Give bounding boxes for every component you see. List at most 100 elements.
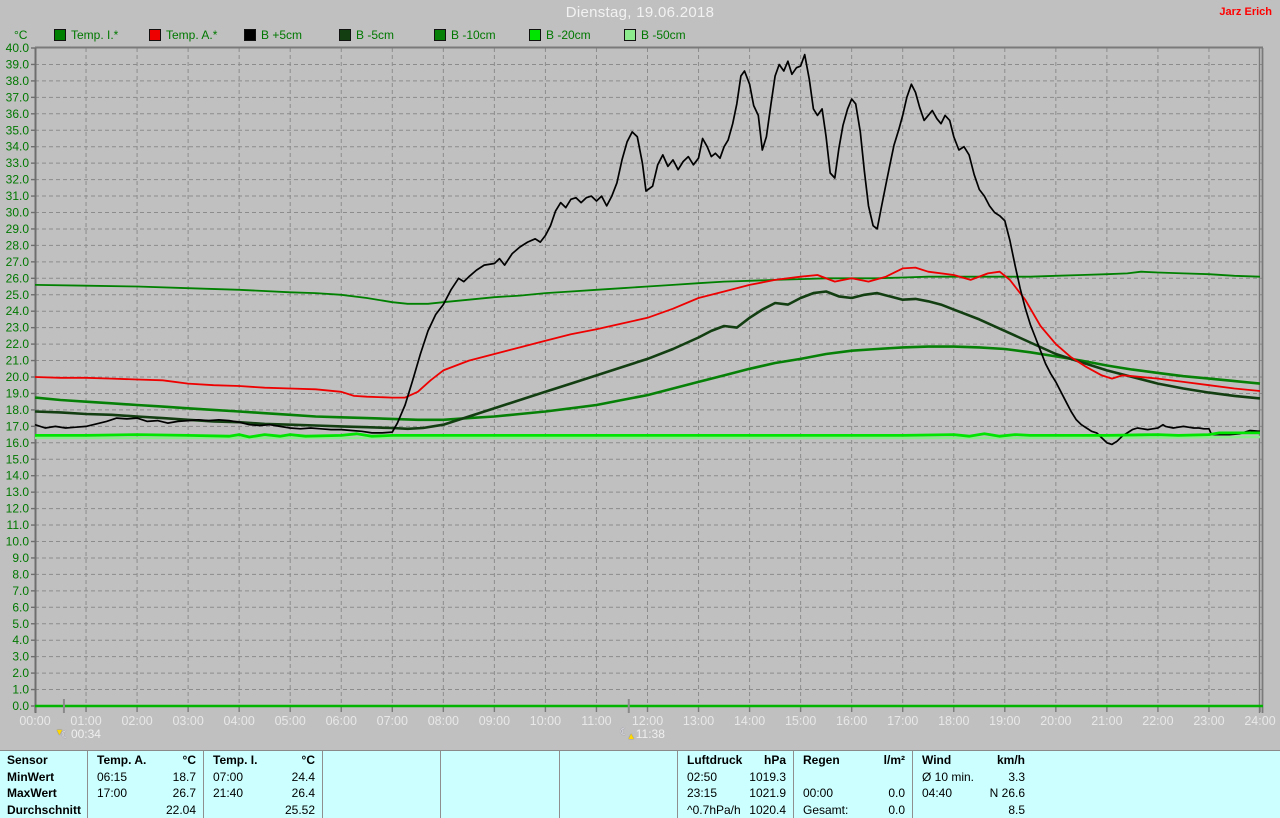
x-tick-label: 04:00 xyxy=(224,714,255,728)
table-filler xyxy=(1032,785,1280,801)
cell-value: 22.04 xyxy=(165,802,196,817)
table-cell: Ø 10 min. 3.3 xyxy=(913,769,1032,785)
y-tick-label: 4.0 xyxy=(12,633,29,647)
marker-1138: ▲ ☾ 11:38 xyxy=(620,727,665,741)
cell-value: l/m² xyxy=(883,753,905,767)
x-tick-label: 21:00 xyxy=(1091,714,1122,728)
table-cell: 22.04 xyxy=(88,801,204,818)
x-tick-label: 06:00 xyxy=(326,714,357,728)
x-tick-label: 13:00 xyxy=(683,714,714,728)
table-cell: 02:50 1019.3 xyxy=(678,769,794,785)
table-cell: 07:00 24.4 xyxy=(204,769,323,785)
table-cell: Wind km/h xyxy=(913,751,1032,769)
cell-value: 25.52 xyxy=(284,802,315,817)
x-tick-label: 22:00 xyxy=(1142,714,1173,728)
y-tick-label: 23.0 xyxy=(6,321,30,335)
y-tick-label: 39.0 xyxy=(6,57,30,71)
cell-value: 1020.4 xyxy=(749,802,786,817)
y-tick-label: 32.0 xyxy=(6,173,30,187)
y-tick-label: 18.0 xyxy=(6,403,30,417)
table-cell xyxy=(323,801,441,818)
cell-time: Regen xyxy=(803,753,840,767)
cell-value: 0.0 xyxy=(888,802,905,817)
table-cell xyxy=(560,801,678,818)
y-tick-label: 8.0 xyxy=(12,567,29,581)
table-cell xyxy=(441,801,560,818)
y-tick-label: 40.0 xyxy=(6,41,30,55)
cell-value: 0.0 xyxy=(888,786,905,800)
y-tick-label: 7.0 xyxy=(12,584,29,598)
table-cell: 8.5 xyxy=(913,801,1032,818)
x-tick-label: 19:00 xyxy=(989,714,1020,728)
table-filler xyxy=(1032,769,1280,785)
cell-time: Wind xyxy=(922,753,952,767)
x-tick-label: 11:00 xyxy=(581,714,611,728)
table-row-label: MaxWert xyxy=(0,785,88,801)
cell-time: Temp. I. xyxy=(213,753,258,767)
table-cell xyxy=(323,769,441,785)
cell-time: Luftdruck xyxy=(687,753,743,767)
x-tick-label: 20:00 xyxy=(1040,714,1071,728)
table-cell: 17:00 26.7 xyxy=(88,785,204,801)
y-tick-label: 35.0 xyxy=(6,123,30,137)
cell-time: 17:00 xyxy=(97,786,128,800)
cell-time: 07:00 xyxy=(213,770,244,784)
cell-time: 02:50 xyxy=(687,770,718,784)
cell-value: 3.3 xyxy=(1008,770,1025,784)
cell-time: 21:40 xyxy=(213,786,244,800)
y-tick-label: 24.0 xyxy=(6,304,30,318)
y-tick-label: 19.0 xyxy=(6,386,30,400)
y-tick-label: 11.0 xyxy=(7,518,30,532)
table-row-label: Durchschnitt xyxy=(0,801,88,818)
y-tick-label: 2.0 xyxy=(12,666,29,680)
y-tick-label: 0.0 xyxy=(12,699,29,713)
y-tick-label: 9.0 xyxy=(12,551,29,565)
temperature-chart: 0.0 1.0 2.0 3.0 4.0 5.0 6.0 7.0 8.0 9.0 10.0 11.0 12… xyxy=(6,41,1276,728)
y-tick-label: 1.0 xyxy=(12,683,29,697)
table-cell: 23:15 1021.9 xyxy=(678,785,794,801)
marker-time-label: 00:34 xyxy=(70,727,101,741)
y-tick-label: 28.0 xyxy=(6,238,30,252)
table-cell: 25.52 xyxy=(204,801,323,818)
y-tick-label: 37.0 xyxy=(6,90,30,104)
y-tick-label: 22.0 xyxy=(6,337,30,351)
cell-value: 26.4 xyxy=(291,786,315,800)
y-tick-label: 25.0 xyxy=(6,288,30,302)
table-cell xyxy=(323,785,441,801)
cell-time: Ø 10 min. xyxy=(922,770,975,784)
x-tick-label: 15:00 xyxy=(785,714,816,728)
table-cell: 04:40 N 26.6 xyxy=(913,785,1032,801)
y-tick-label: 20.0 xyxy=(6,370,30,384)
y-tick-label: 30.0 xyxy=(6,206,30,220)
table-row-label: MinWert xyxy=(0,769,88,785)
x-tick-label: 16:00 xyxy=(836,714,867,728)
table-cell xyxy=(560,769,678,785)
y-tick-label: 21.0 xyxy=(6,354,30,368)
table-cell xyxy=(560,785,678,801)
y-tick-label: 15.0 xyxy=(6,452,30,466)
y-tick-label: 29.0 xyxy=(6,222,30,236)
y-tick-label: 38.0 xyxy=(6,74,30,88)
cell-time: 06:15 xyxy=(97,770,128,784)
table-cell: 06:15 18.7 xyxy=(88,769,204,785)
table-filler xyxy=(1032,751,1280,769)
x-tick-label: 12:00 xyxy=(632,714,663,728)
table-cell xyxy=(441,751,560,769)
x-tick-label: 18:00 xyxy=(938,714,969,728)
moonrise-icon: ▲ ☾ xyxy=(619,727,636,741)
x-tick-label: 14:00 xyxy=(734,714,765,728)
cell-value: °C xyxy=(301,753,315,767)
cell-time: Temp. A. xyxy=(97,753,147,767)
cell-time: 04:40 xyxy=(922,786,953,800)
cell-value: 1019.3 xyxy=(749,770,786,784)
cell-value: 26.7 xyxy=(172,786,196,800)
y-tick-label: 16.0 xyxy=(6,436,30,450)
x-tick-label: 05:00 xyxy=(275,714,306,728)
x-tick-label: 10:00 xyxy=(530,714,561,728)
cell-value: 18.7 xyxy=(172,770,196,784)
y-tick-label: 34.0 xyxy=(6,140,30,154)
statistics-table: Sensor Temp. A. °C Temp. I. °C Luftdruck hPa Re… xyxy=(0,750,1280,818)
y-tick-label: 12.0 xyxy=(6,502,30,516)
cell-value: °C xyxy=(182,753,196,767)
cell-time: Gesamt: xyxy=(803,802,849,817)
